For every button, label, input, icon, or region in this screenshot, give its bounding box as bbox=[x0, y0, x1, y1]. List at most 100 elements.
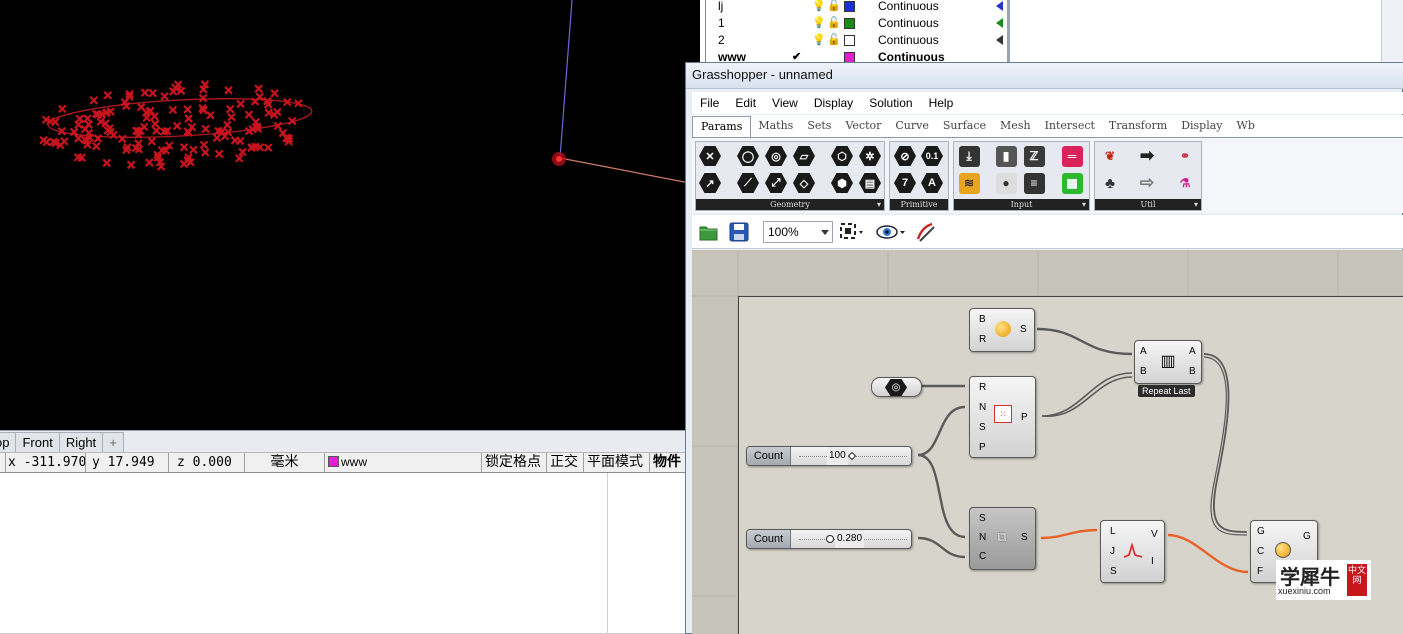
mesh-param-icon[interactable]: ⬢ bbox=[830, 172, 854, 194]
toggle-icon[interactable]: ▮ bbox=[994, 145, 1018, 167]
slider-icon[interactable]: ℤ bbox=[1022, 145, 1046, 167]
random-component[interactable]: S N C ⧉ S bbox=[969, 507, 1036, 570]
layer-linetype[interactable]: Continuous bbox=[878, 0, 939, 15]
boolean-param-icon[interactable]: ⊘ bbox=[893, 145, 917, 167]
segment-param-icon[interactable]: ⤢ bbox=[764, 172, 788, 194]
port-label: V bbox=[1151, 529, 1158, 540]
slider-handle[interactable] bbox=[847, 451, 857, 461]
line-param-icon[interactable]: ⟋ bbox=[736, 172, 760, 194]
jump-icon[interactable]: ⇨ bbox=[1135, 172, 1159, 194]
lock-icon[interactable]: 🔓 bbox=[827, 0, 841, 15]
units-label[interactable]: 毫米 bbox=[245, 453, 325, 472]
surface-param-icon[interactable]: ◇ bbox=[792, 172, 816, 194]
zoom-select[interactable]: 100% bbox=[763, 221, 833, 243]
slider-handle[interactable] bbox=[826, 535, 834, 543]
relay-icon[interactable]: ➡ bbox=[1135, 145, 1159, 167]
tab-intersect[interactable]: Intersect bbox=[1038, 116, 1102, 136]
box-param-icon[interactable]: ⬡ bbox=[830, 145, 854, 167]
layer-row[interactable]: 2 💡 🔓 Continuous bbox=[706, 32, 1006, 49]
graph-mapper-icon[interactable]: ≋ bbox=[957, 172, 981, 194]
menu-solution[interactable]: Solution bbox=[861, 92, 920, 114]
brep-param-icon[interactable]: ✲ bbox=[858, 145, 882, 167]
tab-vector[interactable]: Vector bbox=[838, 116, 888, 136]
tab-front[interactable]: Front bbox=[15, 432, 60, 452]
tab-transform[interactable]: Transform bbox=[1102, 116, 1174, 136]
lock-icon[interactable]: 🔓 bbox=[827, 32, 841, 49]
flask-icon[interactable]: ⚗ bbox=[1173, 172, 1197, 194]
arc-param-icon[interactable]: ◎ bbox=[764, 145, 788, 167]
geometry-param-component[interactable]: ◎ bbox=[871, 377, 922, 397]
populate-component[interactable]: R N S P ⁙ P bbox=[969, 376, 1036, 458]
import-icon[interactable]: ⤓ bbox=[957, 145, 981, 167]
sketch-pen-icon[interactable] bbox=[914, 221, 938, 243]
number-param-icon[interactable]: 0.1 bbox=[920, 145, 944, 167]
tab-display[interactable]: Display bbox=[1174, 116, 1229, 136]
string-param-icon[interactable]: A bbox=[920, 172, 944, 194]
vector-param-icon[interactable]: ↗ bbox=[698, 172, 722, 194]
layer-linetype[interactable]: Continuous bbox=[878, 15, 939, 32]
save-file-icon[interactable] bbox=[728, 221, 752, 243]
tab-params[interactable]: Params bbox=[692, 115, 752, 137]
snap-toggle[interactable]: 锁定格点 bbox=[482, 453, 547, 472]
preview-eye-icon[interactable] bbox=[875, 221, 905, 243]
coord-z: z 0.000 bbox=[169, 453, 245, 472]
graph-component[interactable]: L J S V I bbox=[1100, 520, 1165, 583]
menu-file[interactable]: File bbox=[692, 92, 727, 114]
layer-row[interactable]: 1 💡 🔓 Continuous bbox=[706, 15, 1006, 32]
point-marker bbox=[206, 110, 215, 120]
menu-display[interactable]: Display bbox=[806, 92, 861, 114]
button-icon[interactable]: ● bbox=[994, 172, 1018, 194]
zoom-extents-icon[interactable] bbox=[838, 221, 863, 243]
fitness-icon[interactable]: ⚭ bbox=[1173, 145, 1197, 167]
sphere-component[interactable]: B R S bbox=[969, 308, 1035, 352]
menu-help[interactable]: Help bbox=[921, 92, 962, 114]
wire-graph-display bbox=[1167, 533, 1249, 574]
canvas-toolbar: 100% bbox=[692, 215, 1403, 249]
value-list-icon[interactable]: ≡ bbox=[1022, 172, 1046, 194]
planar-toggle[interactable]: 平面模式 bbox=[584, 453, 650, 472]
current-layer[interactable]: www bbox=[325, 453, 482, 472]
repeat-component[interactable]: A B ▥ A B bbox=[1134, 340, 1202, 384]
count-slider[interactable]: Count 100 bbox=[746, 446, 912, 466]
tab-mesh[interactable]: Mesh bbox=[993, 116, 1038, 136]
expand-icon[interactable]: ▾ bbox=[877, 199, 881, 210]
tab-curve[interactable]: Curve bbox=[888, 116, 935, 136]
open-file-icon[interactable] bbox=[698, 221, 722, 243]
osnap-toggle[interactable]: 物件 bbox=[650, 453, 690, 472]
menu-edit[interactable]: Edit bbox=[727, 92, 764, 114]
bulb-icon[interactable]: 💡 bbox=[812, 15, 826, 32]
ortho-toggle[interactable]: 正交 bbox=[547, 453, 584, 472]
integer-param-icon[interactable]: 7 bbox=[893, 172, 917, 194]
tab-wb[interactable]: Wb bbox=[1230, 116, 1262, 136]
cherry-picker-icon[interactable]: ❦ bbox=[1098, 145, 1122, 167]
expand-icon[interactable]: ▾ bbox=[1194, 199, 1198, 210]
layer-color[interactable] bbox=[844, 18, 855, 29]
image-sampler-icon[interactable]: ▦ bbox=[1060, 172, 1084, 194]
rhino-viewport[interactable] bbox=[0, 0, 700, 430]
layer-linetype[interactable]: Continuous bbox=[878, 32, 939, 49]
wire-populate-repeat-2 bbox=[1041, 376, 1133, 417]
scrollbar[interactable] bbox=[1381, 0, 1403, 62]
tab-sets[interactable]: Sets bbox=[800, 116, 838, 136]
lock-icon[interactable]: 🔓 bbox=[827, 15, 841, 32]
bulb-icon[interactable]: 💡 bbox=[812, 0, 826, 15]
window-title[interactable]: Grasshopper - unnamed bbox=[686, 63, 1403, 89]
bulb-icon[interactable]: 💡 bbox=[812, 32, 826, 49]
seed-slider[interactable]: Count 0.280 bbox=[746, 529, 912, 549]
data-dam-icon[interactable]: ♣ bbox=[1098, 172, 1122, 194]
curve-param-icon[interactable]: ▱ bbox=[792, 145, 816, 167]
circle-param-icon[interactable]: ◯ bbox=[736, 145, 760, 167]
layer-row[interactable]: lj 💡 🔓 Continuous bbox=[706, 0, 1006, 15]
point-param-icon[interactable]: ✕ bbox=[698, 145, 722, 167]
layer-color[interactable] bbox=[844, 35, 855, 46]
menu-view[interactable]: View bbox=[764, 92, 806, 114]
tab-maths[interactable]: Maths bbox=[751, 116, 800, 136]
geometry-param-icon[interactable]: ▤ bbox=[858, 172, 882, 194]
add-viewport-tab-button[interactable]: + bbox=[102, 432, 125, 452]
layer-color[interactable] bbox=[844, 1, 855, 12]
tab-right[interactable]: Right bbox=[58, 432, 104, 452]
tab-surface[interactable]: Surface bbox=[936, 116, 993, 136]
expand-icon[interactable]: ▾ bbox=[1082, 199, 1086, 210]
tab-top[interactable]: op bbox=[0, 432, 17, 452]
color-swatch-icon[interactable]: ═ bbox=[1060, 145, 1084, 167]
